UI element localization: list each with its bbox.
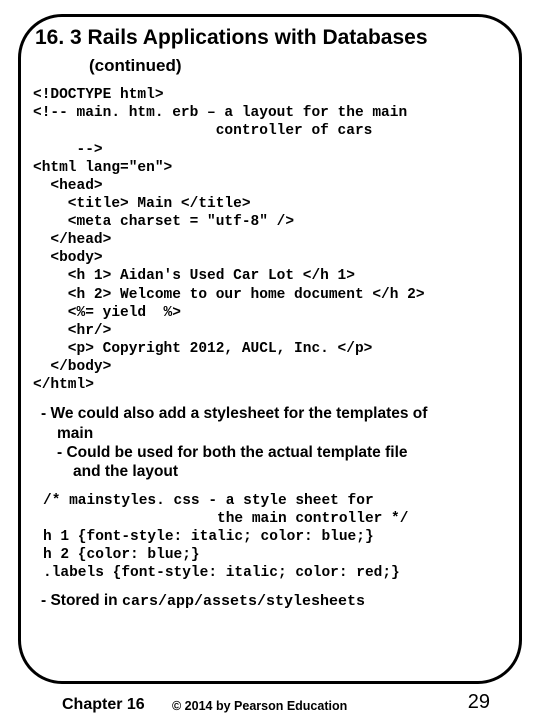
bullet-list: - We could also add a stylesheet for the… — [41, 404, 507, 482]
footer-chapter: Chapter 16 — [62, 696, 145, 714]
code-block-css: /* mainstyles. css - a style sheet for t… — [43, 492, 507, 583]
footer-page-number: 29 — [468, 691, 490, 714]
bullet-2-cont: and the layout — [73, 462, 507, 481]
stored-label: - Stored in — [41, 592, 122, 609]
slide-frame: 16. 3 Rails Applications with Databases … — [18, 14, 522, 684]
stored-path: cars/app/assets/stylesheets — [122, 593, 365, 610]
bullet-1: - We could also add a stylesheet for the… — [41, 404, 507, 423]
bullet-1-cont: main — [57, 424, 507, 443]
bullet-2: - Could be used for both the actual temp… — [57, 443, 507, 462]
slide-subtitle: (continued) — [89, 56, 507, 76]
footer-copyright: © 2014 by Pearson Education — [172, 699, 347, 713]
code-block-erb: <!DOCTYPE html> <!-- main. htm. erb – a … — [33, 86, 507, 394]
slide-title: 16. 3 Rails Applications with Databases — [35, 25, 505, 50]
stored-line: - Stored in cars/app/assets/stylesheets — [41, 592, 507, 610]
